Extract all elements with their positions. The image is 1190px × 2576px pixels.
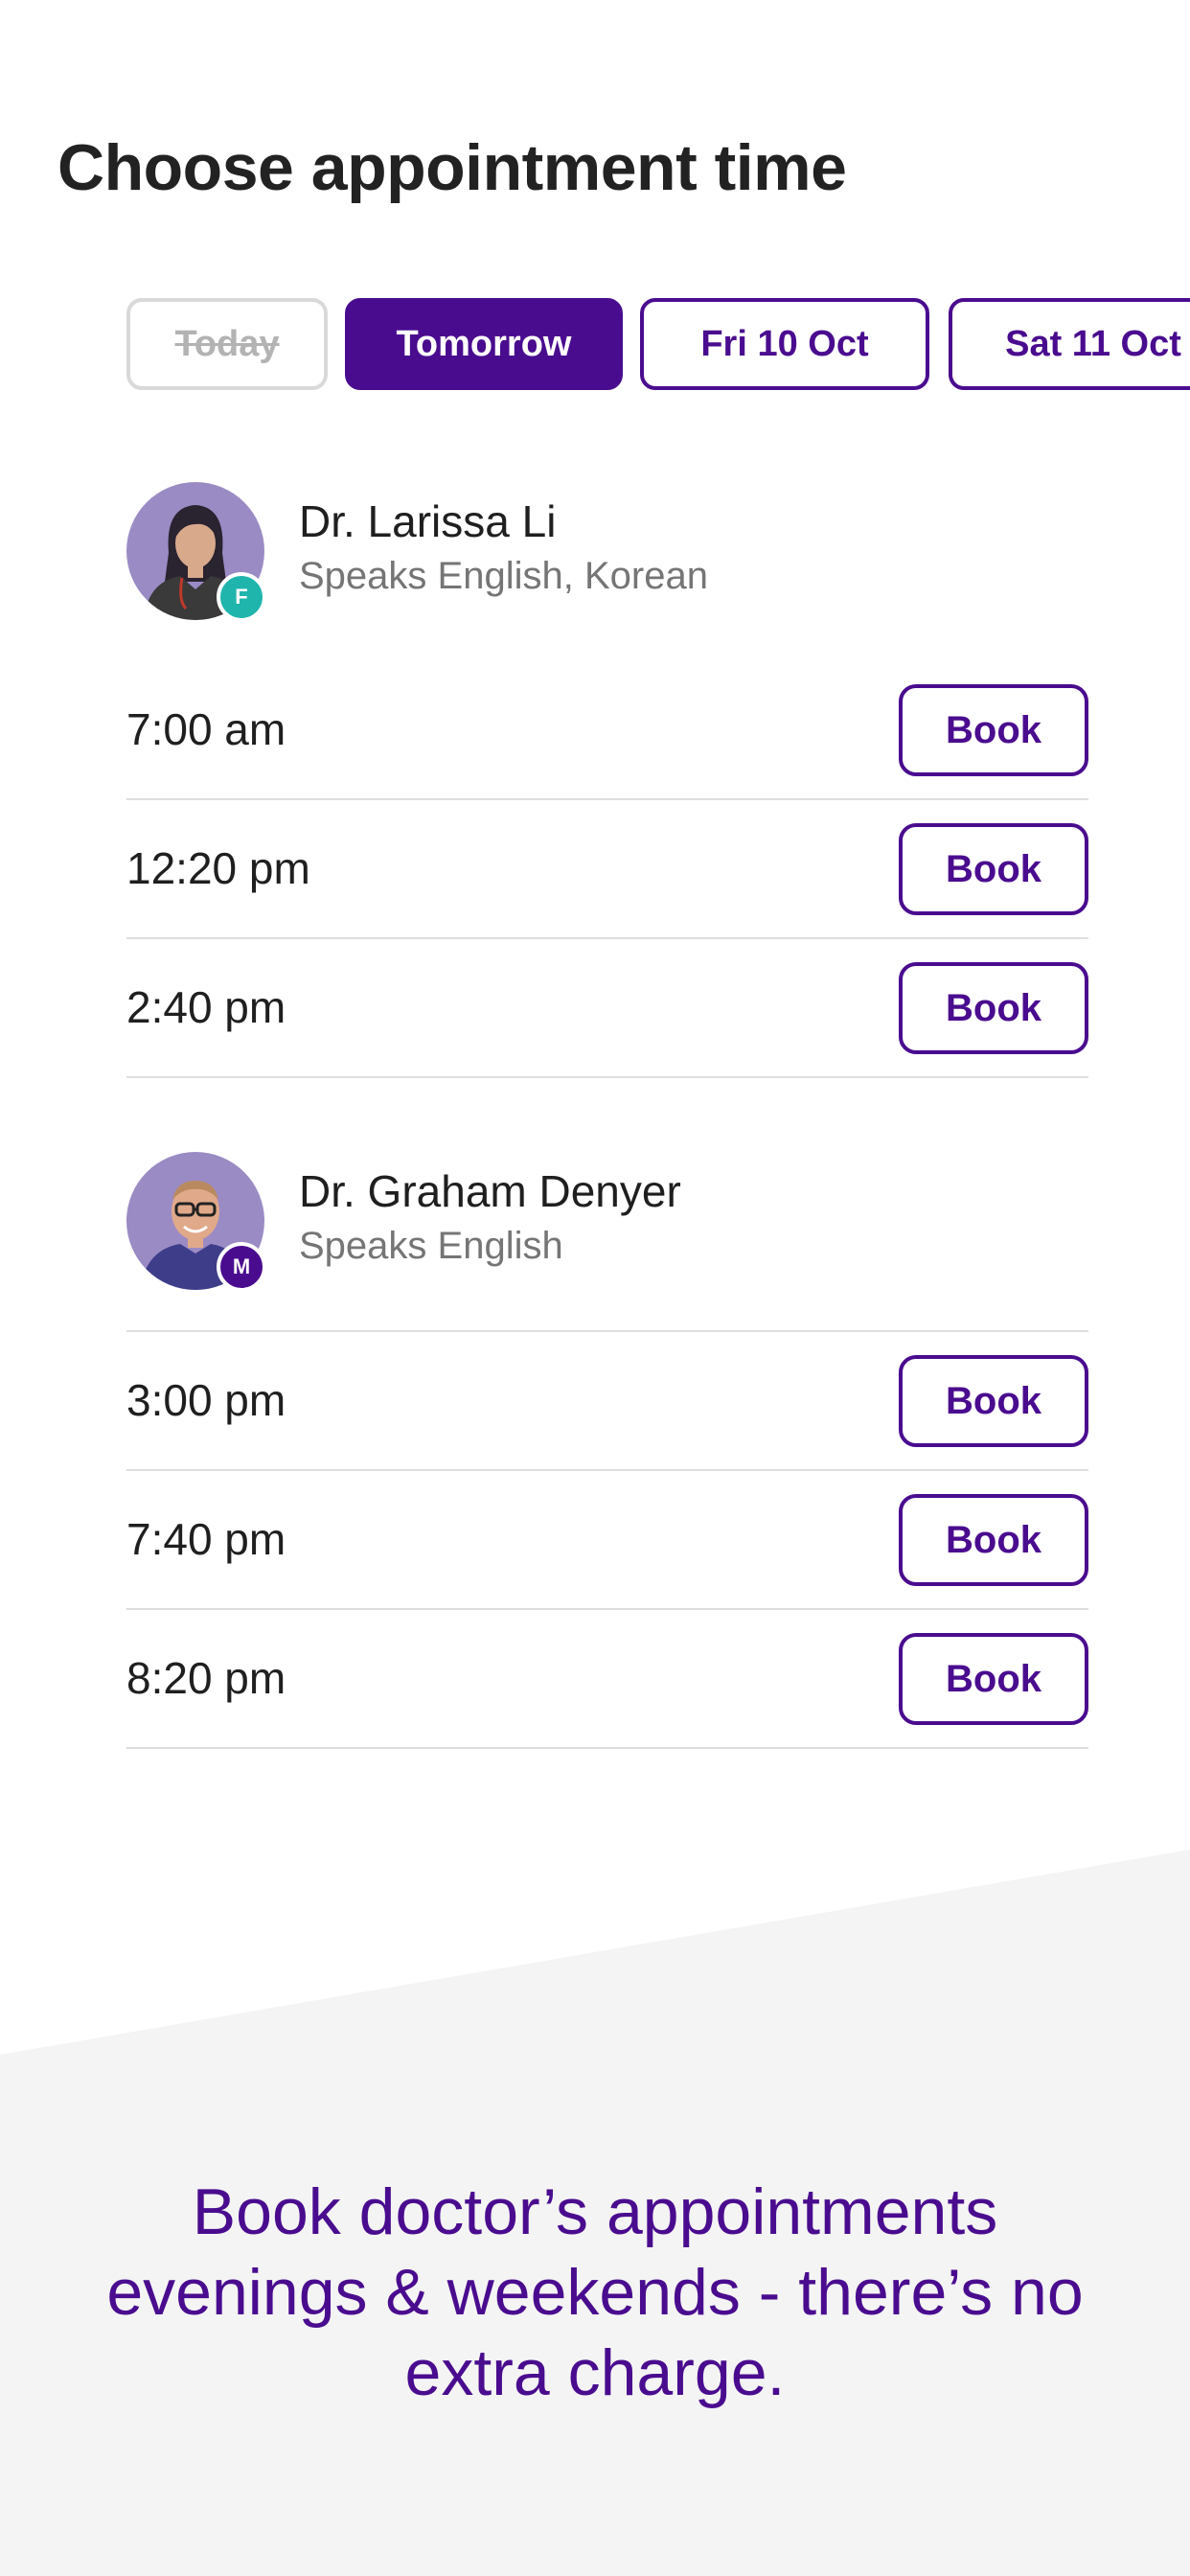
date-tab-tomorrow[interactable]: Tomorrow [345,298,623,390]
promo-message: Book doctor’s appointments evenings & we… [106,2175,1084,2409]
page-title: Choose appointment time [57,131,847,204]
date-tabs: Today Tomorrow Fri 10 Oct Sat 11 Oct [0,298,1190,390]
doctor-name: Dr. Graham Denyer [299,1166,681,1216]
book-button[interactable]: Book [899,684,1088,776]
time-slot-row: 7:00 am Book [126,661,1088,800]
time-slot-list: 7:00 am Book 12:20 pm Book 2:40 pm Book [126,661,1088,1078]
time-slot-list: 3:00 pm Book 7:40 pm Book 8:20 pm Book [126,1330,1088,1749]
doctor-languages: Speaks English, Korean [299,555,708,597]
date-tab-fri-10-oct[interactable]: Fri 10 Oct [640,298,929,390]
slot-time: 7:00 am [126,704,286,754]
doctor-name: Dr. Larissa Li [299,496,557,546]
slot-time: 7:40 pm [126,1514,286,1564]
time-slot-row: 8:20 pm Book [126,1610,1088,1749]
slot-time: 12:20 pm [126,843,310,893]
date-tab-sat-11-oct[interactable]: Sat 11 Oct [949,298,1190,390]
book-button[interactable]: Book [899,823,1088,915]
date-tab-today: Today [126,298,328,390]
book-button[interactable]: Book [899,1633,1088,1725]
time-slot-row: 12:20 pm Book [126,800,1088,939]
time-slot-row: 2:40 pm Book [126,939,1088,1078]
slot-time: 2:40 pm [126,982,286,1032]
doctor-card: M Dr. Graham Denyer Speaks English [126,1152,1065,1292]
book-button[interactable]: Book [899,1494,1088,1586]
doctor-languages: Speaks English [299,1225,563,1267]
slot-time: 8:20 pm [126,1653,286,1703]
book-button[interactable]: Book [899,1355,1088,1447]
book-button[interactable]: Book [899,962,1088,1054]
time-slot-row: 3:00 pm Book [126,1332,1088,1471]
slot-time: 3:00 pm [126,1375,286,1425]
gender-badge: F [217,572,266,622]
doctor-card: F Dr. Larissa Li Speaks English, Korean [126,482,1065,622]
gender-badge: M [217,1242,266,1292]
time-slot-row: 7:40 pm Book [126,1471,1088,1610]
